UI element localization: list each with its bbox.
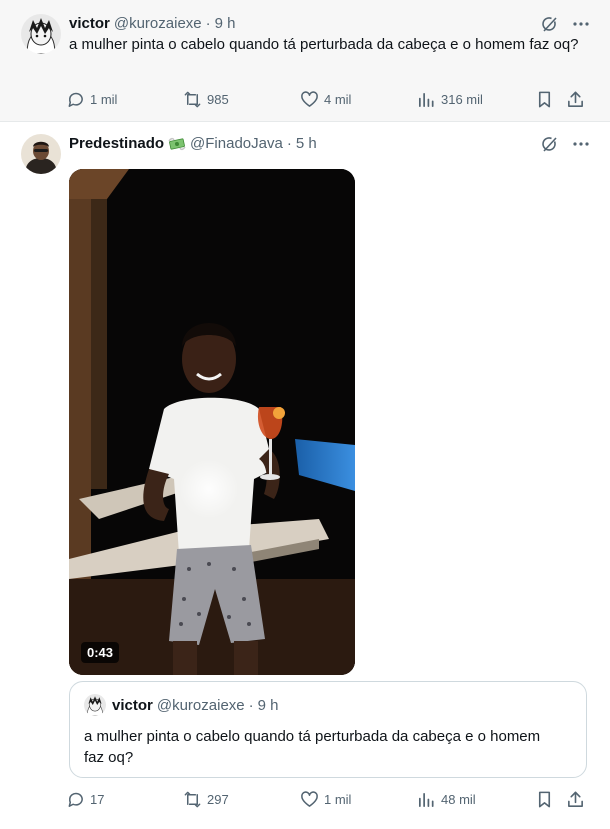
share-button[interactable] bbox=[566, 90, 585, 109]
grok-icon[interactable] bbox=[540, 135, 558, 153]
reply-count: 1 mil bbox=[90, 91, 118, 107]
reply-button[interactable]: 17 bbox=[66, 790, 183, 809]
reply-count: 17 bbox=[90, 791, 105, 807]
tweet-header: victor @kurozaiexe · 9 h bbox=[69, 14, 236, 34]
share-icon bbox=[568, 791, 583, 807]
bookmark-icon bbox=[538, 791, 551, 807]
reply-icon bbox=[68, 792, 83, 807]
tweet-video[interactable]: 0:43 bbox=[69, 169, 355, 675]
views-chart-icon bbox=[418, 92, 434, 107]
money-with-wings-icon bbox=[168, 135, 186, 153]
video-duration: 0:43 bbox=[81, 642, 120, 663]
heart-icon bbox=[301, 90, 318, 107]
repost-count: 985 bbox=[207, 91, 229, 107]
tweet-top-actions bbox=[540, 135, 590, 153]
tweet-time[interactable]: 5 h bbox=[296, 134, 317, 154]
quoted-tweet-text: a mulher pinta o cabelo quando tá pertur… bbox=[84, 728, 541, 766]
tweet-actions: 17 297 1 mil 48 mil bbox=[66, 788, 591, 810]
tweet-top-actions bbox=[540, 15, 590, 33]
author-handle[interactable]: @FinadoJava bbox=[190, 134, 283, 154]
view-count: 316 mil bbox=[441, 91, 483, 107]
author-handle[interactable]: @kurozaiexe bbox=[114, 14, 202, 34]
bookmark-icon bbox=[538, 91, 551, 107]
like-count: 1 mil bbox=[324, 791, 352, 807]
reply-button[interactable]: 1 mil bbox=[66, 90, 183, 109]
repost-icon bbox=[184, 791, 201, 807]
repost-button[interactable]: 985 bbox=[183, 90, 300, 109]
quoted-tweet-time: 9 h bbox=[257, 696, 279, 714]
author-name[interactable]: victor bbox=[69, 14, 110, 34]
like-button[interactable]: 1 mil bbox=[300, 790, 417, 809]
repost-button[interactable]: 297 bbox=[183, 790, 300, 809]
repost-icon bbox=[184, 91, 201, 107]
video-thumbnail bbox=[69, 169, 355, 675]
grok-icon[interactable] bbox=[540, 15, 558, 33]
quoted-author-name: victor bbox=[112, 696, 153, 714]
views-chart-icon bbox=[418, 792, 434, 807]
tweet-predestinado[interactable]: Predestinado @FinadoJava · 5 h 0:43 vict… bbox=[0, 122, 610, 829]
reply-icon bbox=[68, 92, 83, 107]
bookmark-button[interactable] bbox=[535, 790, 554, 809]
quoted-avatar bbox=[84, 694, 106, 716]
more-options-icon[interactable] bbox=[572, 135, 590, 153]
views-button[interactable]: 48 mil bbox=[417, 790, 535, 809]
tweet-victor[interactable]: victor @kurozaiexe · 9 h a mulher pinta … bbox=[0, 0, 610, 122]
quoted-tweet[interactable]: victor @kurozaiexe · 9 h a mulher pinta … bbox=[69, 681, 587, 778]
like-count: 4 mil bbox=[324, 91, 352, 107]
tweet-time[interactable]: 9 h bbox=[215, 14, 236, 34]
avatar-predestinado[interactable] bbox=[21, 134, 61, 174]
separator-dot: · bbox=[205, 15, 211, 32]
heart-icon bbox=[301, 790, 318, 807]
view-count: 48 mil bbox=[441, 791, 476, 807]
share-button[interactable] bbox=[566, 790, 585, 809]
more-options-icon[interactable] bbox=[572, 15, 590, 33]
tweet-header: Predestinado @FinadoJava · 5 h bbox=[69, 134, 317, 154]
separator-dot: · bbox=[286, 135, 292, 152]
separator-dot: · bbox=[248, 696, 254, 714]
tweet-actions: 1 mil 985 4 mil 316 mil bbox=[66, 88, 591, 110]
bookmark-button[interactable] bbox=[535, 90, 554, 109]
tweet-text: a mulher pinta o cabelo quando tá pertur… bbox=[69, 36, 579, 53]
quoted-tweet-header: victor @kurozaiexe · 9 h bbox=[84, 694, 279, 716]
repost-count: 297 bbox=[207, 791, 229, 807]
share-icon bbox=[568, 91, 583, 107]
like-button[interactable]: 4 mil bbox=[300, 90, 417, 109]
avatar-victor[interactable] bbox=[21, 14, 61, 54]
author-name[interactable]: Predestinado bbox=[69, 134, 164, 154]
views-button[interactable]: 316 mil bbox=[417, 90, 535, 109]
quoted-author-handle: @kurozaiexe bbox=[156, 696, 245, 714]
